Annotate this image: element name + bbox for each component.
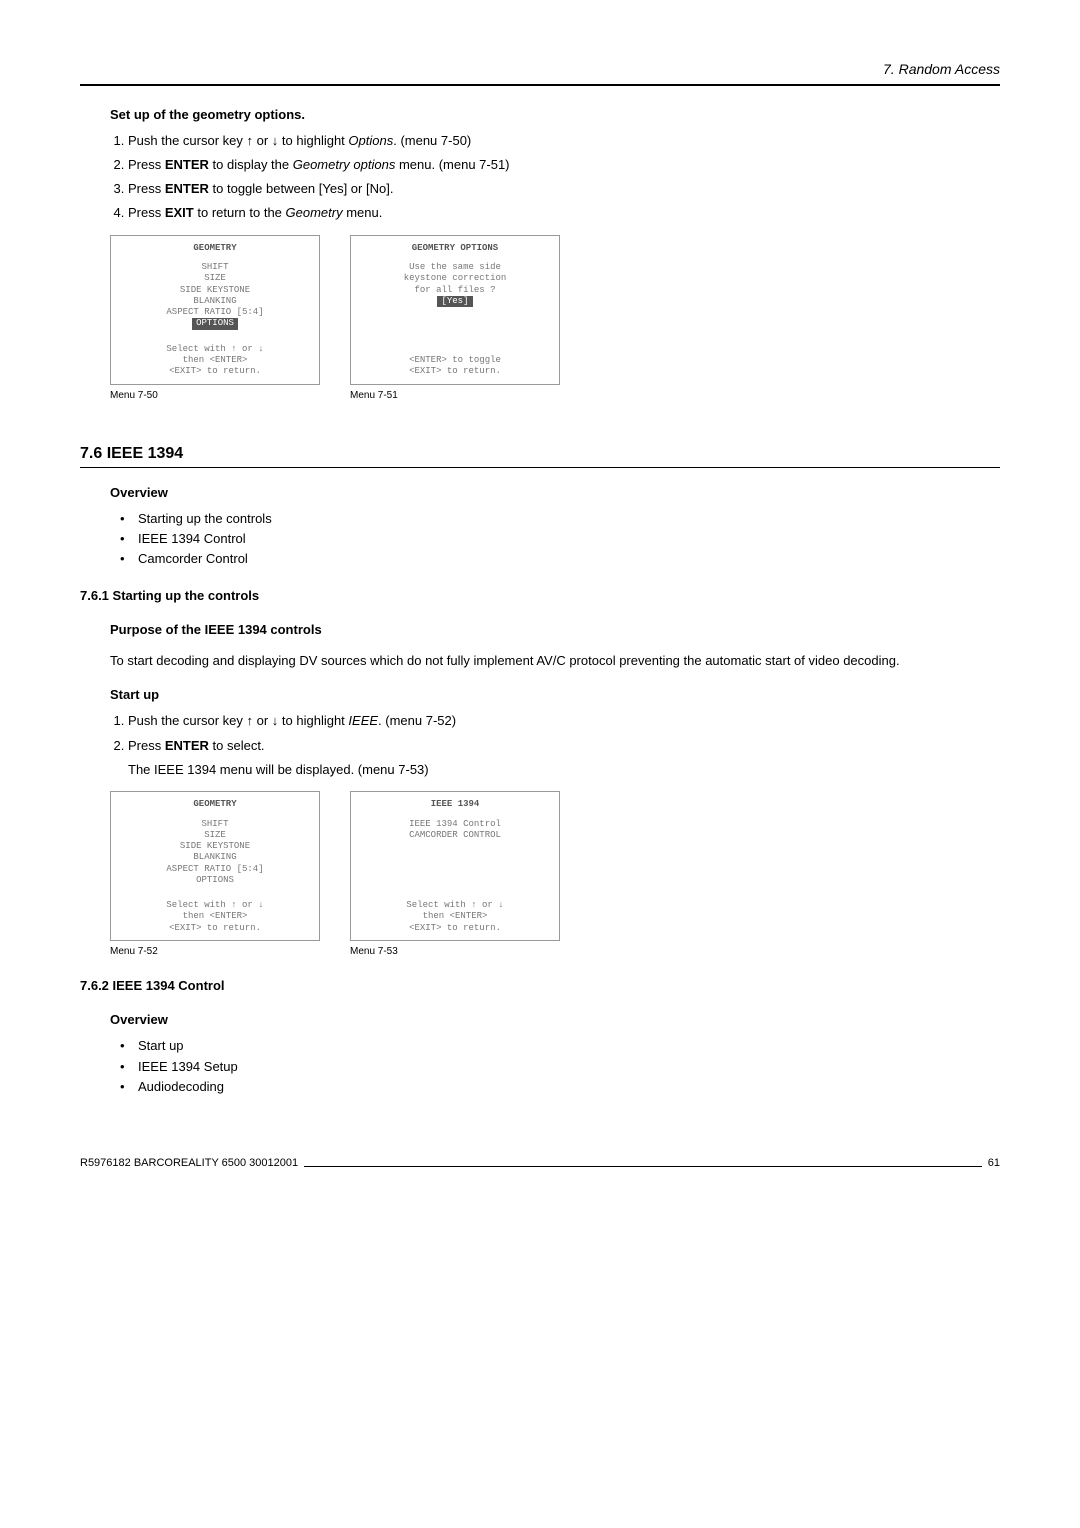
menu-wrap-52: GEOMETRY SHIFT SIZE SIDE KEYSTONE BLANKI… xyxy=(110,791,320,959)
step-2: Press ENTER to display the Geometry opti… xyxy=(128,156,1000,174)
menu-row-1: GEOMETRY SHIFT SIZE SIDE KEYSTONE BLANKI… xyxy=(110,235,1000,403)
menu-items: SHIFT SIZE SIDE KEYSTONE BLANKING ASPECT… xyxy=(111,262,319,330)
menu-item: SIDE KEYSTONE xyxy=(111,841,319,852)
setup-steps: Push the cursor key ↑ or ↓ to highlight … xyxy=(110,132,1000,223)
section-7-6-1-heading: 7.6.1 Starting up the controls xyxy=(80,587,1000,605)
section-rule xyxy=(80,467,1000,468)
menu-box-geometry-options: GEOMETRY OPTIONS Use the same side keyst… xyxy=(350,235,560,385)
menu-item: BLANKING xyxy=(111,296,319,307)
menu-item: ASPECT RATIO [5:4] xyxy=(111,864,319,875)
step-2: Press ENTER to select. The IEEE 1394 men… xyxy=(128,737,1000,779)
menu-item: BLANKING xyxy=(111,852,319,863)
overview-list: Start up IEEE 1394 Setup Audiodecoding xyxy=(110,1037,1000,1096)
menu-item: SIZE xyxy=(111,830,319,841)
menu-title: GEOMETRY xyxy=(111,798,319,811)
step-1: Push the cursor key ↑ or ↓ to highlight … xyxy=(128,712,1000,730)
menu-items: IEEE 1394 Control CAMCORDER CONTROL xyxy=(351,819,559,842)
list-item: IEEE 1394 Control xyxy=(138,530,1000,548)
overview-list: Starting up the controls IEEE 1394 Contr… xyxy=(110,510,1000,569)
step-4: Press EXIT to return to the Geometry men… xyxy=(128,204,1000,222)
chapter-label: 7. Random Access xyxy=(883,61,1000,77)
menu-caption: Menu 7-53 xyxy=(350,945,560,959)
list-item: Camcorder Control xyxy=(138,550,1000,568)
purpose-heading: Purpose of the IEEE 1394 controls xyxy=(110,621,1000,639)
step-1: Push the cursor key ↑ or ↓ to highlight … xyxy=(128,132,1000,150)
page-header: 7. Random Access xyxy=(80,60,1000,86)
setup-heading: Set up of the geometry options. xyxy=(110,106,1000,124)
menu-wrap-53: IEEE 1394 IEEE 1394 Control CAMCORDER CO… xyxy=(350,791,560,959)
footer-left: R5976182 BARCOREALITY 6500 30012001 xyxy=(80,1156,298,1171)
footer-rule xyxy=(304,1166,982,1167)
menu-caption: Menu 7-50 xyxy=(110,389,320,403)
section-7-6-1-body: Purpose of the IEEE 1394 controls To sta… xyxy=(110,621,1000,959)
footer-page-number: 61 xyxy=(988,1156,1000,1171)
menu-item: SIZE xyxy=(111,273,319,284)
page-footer: R5976182 BARCOREALITY 6500 30012001 61 xyxy=(80,1156,1000,1171)
menu-title: IEEE 1394 xyxy=(351,798,559,811)
menu-wrap-50: GEOMETRY SHIFT SIZE SIDE KEYSTONE BLANKI… xyxy=(110,235,320,403)
menu-item: SIDE KEYSTONE xyxy=(111,285,319,296)
purpose-paragraph: To start decoding and displaying DV sour… xyxy=(110,652,1000,670)
menu-item: SHIFT xyxy=(111,819,319,830)
startup-steps: Push the cursor key ↑ or ↓ to highlight … xyxy=(110,712,1000,779)
list-item: Start up xyxy=(138,1037,1000,1055)
section-geometry-setup: Set up of the geometry options. Push the… xyxy=(110,106,1000,403)
menu-item: IEEE 1394 Control xyxy=(351,819,559,830)
step-2-note: The IEEE 1394 menu will be displayed. (m… xyxy=(128,761,1000,779)
section-7-6-body: Overview Starting up the controls IEEE 1… xyxy=(110,484,1000,569)
menu-item-selected: OPTIONS xyxy=(111,318,319,329)
menu-row-2: GEOMETRY SHIFT SIZE SIDE KEYSTONE BLANKI… xyxy=(110,791,1000,959)
section-7-6-2-body: Overview Start up IEEE 1394 Setup Audiod… xyxy=(110,1011,1000,1096)
menu-items: Use the same side keystone correction fo… xyxy=(351,262,559,307)
menu-footer: Select with ↑ or ↓ then <ENTER> <EXIT> t… xyxy=(111,344,319,378)
list-item: Audiodecoding xyxy=(138,1078,1000,1096)
section-7-6-2-heading: 7.6.2 IEEE 1394 Control xyxy=(80,977,1000,995)
menu-item: OPTIONS xyxy=(111,875,319,886)
overview-heading: Overview xyxy=(110,484,1000,502)
menu-item: SHIFT xyxy=(111,262,319,273)
menu-caption: Menu 7-52 xyxy=(110,945,320,959)
menu-footer: Select with ↑ or ↓ then <ENTER> <EXIT> t… xyxy=(111,900,319,934)
overview-heading: Overview xyxy=(110,1011,1000,1029)
menu-footer: <ENTER> to toggle <EXIT> to return. xyxy=(351,355,559,378)
menu-items: SHIFT SIZE SIDE KEYSTONE BLANKING ASPECT… xyxy=(111,819,319,887)
step-3: Press ENTER to toggle between [Yes] or [… xyxy=(128,180,1000,198)
menu-title: GEOMETRY OPTIONS xyxy=(351,242,559,255)
section-7-6-heading: 7.6 IEEE 1394 xyxy=(80,443,1000,465)
menu-item: ASPECT RATIO [5:4] xyxy=(111,307,319,318)
menu-item-selected: [Yes] xyxy=(351,296,559,307)
menu-box-ieee1394: IEEE 1394 IEEE 1394 Control CAMCORDER CO… xyxy=(350,791,560,941)
menu-wrap-51: GEOMETRY OPTIONS Use the same side keyst… xyxy=(350,235,560,403)
menu-title: GEOMETRY xyxy=(111,242,319,255)
list-item: IEEE 1394 Setup xyxy=(138,1058,1000,1076)
menu-caption: Menu 7-51 xyxy=(350,389,560,403)
menu-box-geometry-2: GEOMETRY SHIFT SIZE SIDE KEYSTONE BLANKI… xyxy=(110,791,320,941)
startup-heading: Start up xyxy=(110,686,1000,704)
list-item: Starting up the controls xyxy=(138,510,1000,528)
menu-item: CAMCORDER CONTROL xyxy=(351,830,559,841)
menu-box-geometry: GEOMETRY SHIFT SIZE SIDE KEYSTONE BLANKI… xyxy=(110,235,320,385)
menu-footer: Select with ↑ or ↓ then <ENTER> <EXIT> t… xyxy=(351,900,559,934)
